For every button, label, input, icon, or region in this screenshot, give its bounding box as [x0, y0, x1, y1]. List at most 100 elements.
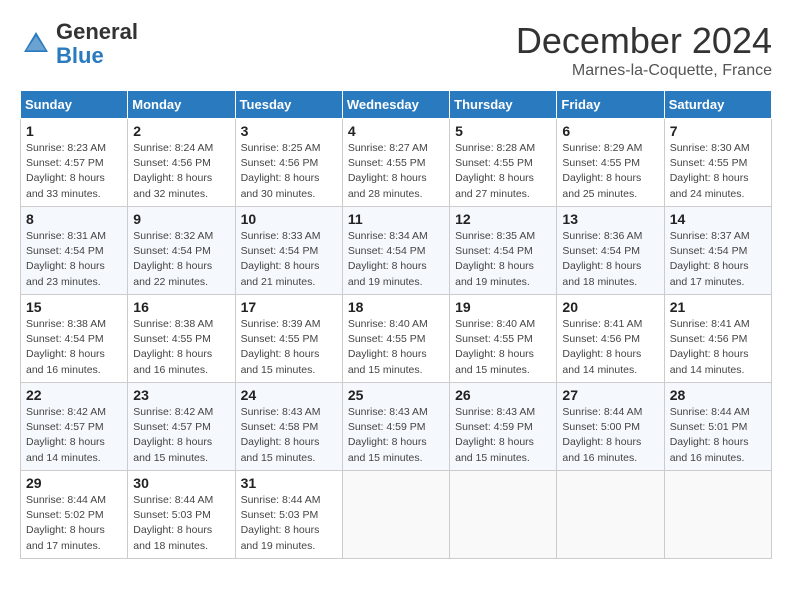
day-number: 4 — [348, 123, 444, 139]
empty-cell — [557, 471, 664, 559]
col-saturday: Saturday — [664, 91, 771, 119]
empty-cell — [342, 471, 449, 559]
calendar-day-cell: 12 Sunrise: 8:35 AM Sunset: 4:54 PM Dayl… — [450, 207, 557, 295]
day-info: Sunrise: 8:35 AM Sunset: 4:54 PM Dayligh… — [455, 229, 551, 290]
day-info: Sunrise: 8:40 AM Sunset: 4:55 PM Dayligh… — [455, 317, 551, 378]
day-info: Sunrise: 8:43 AM Sunset: 4:59 PM Dayligh… — [348, 405, 444, 466]
calendar-day-cell: 26 Sunrise: 8:43 AM Sunset: 4:59 PM Dayl… — [450, 383, 557, 471]
day-number: 27 — [562, 387, 658, 403]
calendar-day-cell: 21 Sunrise: 8:41 AM Sunset: 4:56 PM Dayl… — [664, 295, 771, 383]
day-number: 9 — [133, 211, 229, 227]
day-number: 15 — [26, 299, 122, 315]
day-number: 26 — [455, 387, 551, 403]
day-number: 13 — [562, 211, 658, 227]
day-number: 7 — [670, 123, 766, 139]
col-wednesday: Wednesday — [342, 91, 449, 119]
day-info: Sunrise: 8:44 AM Sunset: 5:02 PM Dayligh… — [26, 493, 122, 554]
day-info: Sunrise: 8:34 AM Sunset: 4:54 PM Dayligh… — [348, 229, 444, 290]
day-info: Sunrise: 8:39 AM Sunset: 4:55 PM Dayligh… — [241, 317, 337, 378]
day-number: 30 — [133, 475, 229, 491]
calendar-day-cell: 8 Sunrise: 8:31 AM Sunset: 4:54 PM Dayli… — [21, 207, 128, 295]
day-info: Sunrise: 8:43 AM Sunset: 4:58 PM Dayligh… — [241, 405, 337, 466]
logo-general: General — [56, 19, 138, 44]
col-monday: Monday — [128, 91, 235, 119]
calendar-day-cell: 27 Sunrise: 8:44 AM Sunset: 5:00 PM Dayl… — [557, 383, 664, 471]
month-title: December 2024 — [516, 20, 772, 62]
day-number: 24 — [241, 387, 337, 403]
day-number: 14 — [670, 211, 766, 227]
day-info: Sunrise: 8:44 AM Sunset: 5:03 PM Dayligh… — [241, 493, 337, 554]
day-info: Sunrise: 8:33 AM Sunset: 4:54 PM Dayligh… — [241, 229, 337, 290]
calendar-day-cell: 16 Sunrise: 8:38 AM Sunset: 4:55 PM Dayl… — [128, 295, 235, 383]
calendar-day-cell: 15 Sunrise: 8:38 AM Sunset: 4:54 PM Dayl… — [21, 295, 128, 383]
calendar-day-cell: 7 Sunrise: 8:30 AM Sunset: 4:55 PM Dayli… — [664, 119, 771, 207]
day-number: 18 — [348, 299, 444, 315]
day-number: 31 — [241, 475, 337, 491]
day-number: 22 — [26, 387, 122, 403]
calendar-day-cell: 23 Sunrise: 8:42 AM Sunset: 4:57 PM Dayl… — [128, 383, 235, 471]
calendar-day-cell: 9 Sunrise: 8:32 AM Sunset: 4:54 PM Dayli… — [128, 207, 235, 295]
day-info: Sunrise: 8:29 AM Sunset: 4:55 PM Dayligh… — [562, 141, 658, 202]
title-block: December 2024 Marnes-la-Coquette, France — [516, 20, 772, 80]
col-friday: Friday — [557, 91, 664, 119]
calendar-day-cell: 2 Sunrise: 8:24 AM Sunset: 4:56 PM Dayli… — [128, 119, 235, 207]
calendar-week-row: 22 Sunrise: 8:42 AM Sunset: 4:57 PM Dayl… — [21, 383, 772, 471]
day-info: Sunrise: 8:23 AM Sunset: 4:57 PM Dayligh… — [26, 141, 122, 202]
day-info: Sunrise: 8:24 AM Sunset: 4:56 PM Dayligh… — [133, 141, 229, 202]
day-info: Sunrise: 8:41 AM Sunset: 4:56 PM Dayligh… — [562, 317, 658, 378]
day-info: Sunrise: 8:38 AM Sunset: 4:55 PM Dayligh… — [133, 317, 229, 378]
day-info: Sunrise: 8:41 AM Sunset: 4:56 PM Dayligh… — [670, 317, 766, 378]
day-info: Sunrise: 8:36 AM Sunset: 4:54 PM Dayligh… — [562, 229, 658, 290]
day-info: Sunrise: 8:40 AM Sunset: 4:55 PM Dayligh… — [348, 317, 444, 378]
calendar-week-row: 1 Sunrise: 8:23 AM Sunset: 4:57 PM Dayli… — [21, 119, 772, 207]
page-header: General Blue December 2024 Marnes-la-Coq… — [20, 20, 772, 80]
day-info: Sunrise: 8:28 AM Sunset: 4:55 PM Dayligh… — [455, 141, 551, 202]
day-info: Sunrise: 8:37 AM Sunset: 4:54 PM Dayligh… — [670, 229, 766, 290]
calendar-day-cell: 22 Sunrise: 8:42 AM Sunset: 4:57 PM Dayl… — [21, 383, 128, 471]
calendar-day-cell: 31 Sunrise: 8:44 AM Sunset: 5:03 PM Dayl… — [235, 471, 342, 559]
calendar-day-cell: 20 Sunrise: 8:41 AM Sunset: 4:56 PM Dayl… — [557, 295, 664, 383]
day-number: 5 — [455, 123, 551, 139]
day-info: Sunrise: 8:25 AM Sunset: 4:56 PM Dayligh… — [241, 141, 337, 202]
calendar-week-row: 29 Sunrise: 8:44 AM Sunset: 5:02 PM Dayl… — [21, 471, 772, 559]
day-info: Sunrise: 8:42 AM Sunset: 4:57 PM Dayligh… — [26, 405, 122, 466]
day-number: 8 — [26, 211, 122, 227]
day-info: Sunrise: 8:43 AM Sunset: 4:59 PM Dayligh… — [455, 405, 551, 466]
day-number: 25 — [348, 387, 444, 403]
calendar-day-cell: 1 Sunrise: 8:23 AM Sunset: 4:57 PM Dayli… — [21, 119, 128, 207]
calendar-day-cell: 13 Sunrise: 8:36 AM Sunset: 4:54 PM Dayl… — [557, 207, 664, 295]
day-number: 2 — [133, 123, 229, 139]
day-number: 16 — [133, 299, 229, 315]
calendar-day-cell: 14 Sunrise: 8:37 AM Sunset: 4:54 PM Dayl… — [664, 207, 771, 295]
day-number: 17 — [241, 299, 337, 315]
day-number: 19 — [455, 299, 551, 315]
day-number: 29 — [26, 475, 122, 491]
day-number: 11 — [348, 211, 444, 227]
calendar-day-cell: 11 Sunrise: 8:34 AM Sunset: 4:54 PM Dayl… — [342, 207, 449, 295]
day-number: 10 — [241, 211, 337, 227]
calendar-day-cell: 3 Sunrise: 8:25 AM Sunset: 4:56 PM Dayli… — [235, 119, 342, 207]
calendar-day-cell: 25 Sunrise: 8:43 AM Sunset: 4:59 PM Dayl… — [342, 383, 449, 471]
day-info: Sunrise: 8:44 AM Sunset: 5:00 PM Dayligh… — [562, 405, 658, 466]
day-info: Sunrise: 8:42 AM Sunset: 4:57 PM Dayligh… — [133, 405, 229, 466]
col-thursday: Thursday — [450, 91, 557, 119]
empty-cell — [450, 471, 557, 559]
calendar-day-cell: 17 Sunrise: 8:39 AM Sunset: 4:55 PM Dayl… — [235, 295, 342, 383]
calendar-day-cell: 6 Sunrise: 8:29 AM Sunset: 4:55 PM Dayli… — [557, 119, 664, 207]
day-info: Sunrise: 8:32 AM Sunset: 4:54 PM Dayligh… — [133, 229, 229, 290]
day-number: 1 — [26, 123, 122, 139]
calendar-day-cell: 24 Sunrise: 8:43 AM Sunset: 4:58 PM Dayl… — [235, 383, 342, 471]
calendar-header-row: Sunday Monday Tuesday Wednesday Thursday… — [21, 91, 772, 119]
day-info: Sunrise: 8:27 AM Sunset: 4:55 PM Dayligh… — [348, 141, 444, 202]
day-number: 6 — [562, 123, 658, 139]
calendar-day-cell: 5 Sunrise: 8:28 AM Sunset: 4:55 PM Dayli… — [450, 119, 557, 207]
location-title: Marnes-la-Coquette, France — [516, 62, 772, 80]
day-info: Sunrise: 8:44 AM Sunset: 5:03 PM Dayligh… — [133, 493, 229, 554]
logo-text: General Blue — [56, 20, 138, 68]
day-info: Sunrise: 8:31 AM Sunset: 4:54 PM Dayligh… — [26, 229, 122, 290]
logo: General Blue — [20, 20, 138, 68]
day-info: Sunrise: 8:38 AM Sunset: 4:54 PM Dayligh… — [26, 317, 122, 378]
day-number: 20 — [562, 299, 658, 315]
logo-blue: Blue — [56, 43, 104, 68]
day-number: 23 — [133, 387, 229, 403]
